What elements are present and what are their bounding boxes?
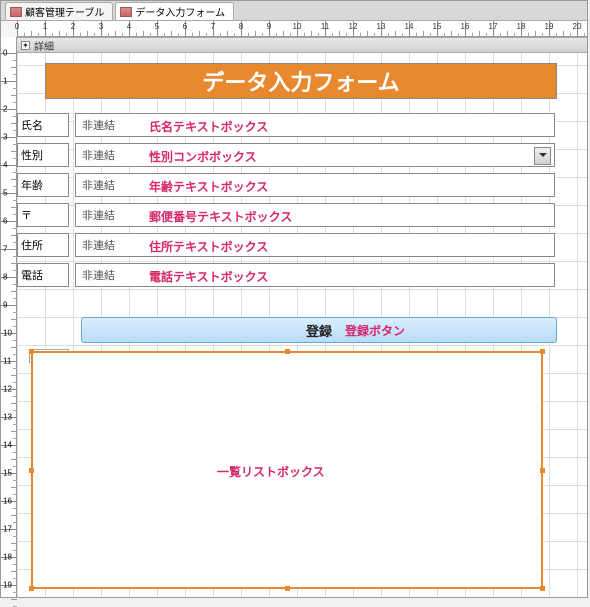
- annotation-label: 電話テキストボックス: [149, 268, 268, 285]
- title-text: データ入力フォーム: [202, 65, 399, 97]
- text-box[interactable]: 非連結: [75, 173, 555, 197]
- field-row: 電話非連結: [17, 263, 555, 287]
- selection-handle-icon[interactable]: [540, 586, 545, 591]
- vertical-ruler: 012345678910111213141516171819: [1, 37, 17, 597]
- chevron-down-icon: [539, 153, 547, 157]
- selection-handle-icon[interactable]: [285, 586, 290, 591]
- selection-handle-icon[interactable]: [540, 349, 545, 354]
- field-row: 性別非連結: [17, 143, 555, 167]
- detail-section-area: データ入力フォーム 氏名非連結氏名テキストボックス性別非連結性別コンボボックス年…: [17, 53, 587, 597]
- selection-handle-icon[interactable]: [29, 586, 34, 591]
- form-icon: [120, 7, 132, 17]
- text-box[interactable]: 非連結: [75, 233, 555, 257]
- annotation-label: 氏名テキストボックス: [149, 118, 268, 135]
- combo-box[interactable]: 非連結: [75, 143, 555, 167]
- selection-handle-icon[interactable]: [285, 349, 290, 354]
- annotation-listbox: 一覧リストボックス: [217, 463, 325, 480]
- field-label[interactable]: 氏名: [17, 113, 69, 137]
- detail-section-bar[interactable]: ✦ 詳細: [17, 37, 587, 53]
- text-box[interactable]: 非連結: [75, 203, 555, 227]
- design-workspace: 顧客管理テーブル データ入力フォーム 012345678910111213141…: [0, 0, 588, 598]
- field-row: 住所非連結: [17, 233, 555, 257]
- text-box[interactable]: 非連結: [75, 113, 555, 137]
- field-label[interactable]: 年齢: [17, 173, 69, 197]
- field-label[interactable]: 性別: [17, 143, 69, 167]
- selection-handle-icon[interactable]: [29, 468, 34, 473]
- annotation-label: 年齢テキストボックス: [149, 178, 268, 195]
- selection-handle-icon[interactable]: [540, 468, 545, 473]
- horizontal-ruler: 01234567891011121314151617181920: [17, 21, 587, 37]
- table-icon: [10, 7, 22, 17]
- form-design-canvas[interactable]: ✦ 詳細 データ入力フォーム 氏名非連結氏名テキストボックス性別非連結性別コンボ…: [17, 37, 587, 597]
- register-label: 登録: [306, 321, 332, 340]
- tab-form[interactable]: データ入力フォーム: [115, 2, 234, 20]
- annotation-label: 郵便番号テキストボックス: [149, 208, 292, 225]
- selection-handle-icon[interactable]: [29, 349, 34, 354]
- field-row: 年齢非連結: [17, 173, 555, 197]
- field-label[interactable]: 〒: [17, 203, 69, 227]
- annotation-label: 性別コンボボックス: [149, 148, 257, 165]
- tab-label: 顧客管理テーブル: [25, 4, 104, 19]
- field-row: 氏名非連結: [17, 113, 555, 137]
- expand-icon[interactable]: ✦: [21, 41, 30, 50]
- form-title-label[interactable]: データ入力フォーム: [45, 63, 557, 99]
- register-button[interactable]: 登録: [81, 317, 557, 343]
- field-label[interactable]: 電話: [17, 263, 69, 287]
- section-label: 詳細: [34, 38, 54, 53]
- tab-table[interactable]: 顧客管理テーブル: [5, 2, 113, 20]
- tab-label: データ入力フォーム: [135, 4, 225, 19]
- field-label[interactable]: 住所: [17, 233, 69, 257]
- text-box[interactable]: 非連結: [75, 263, 555, 287]
- document-tabs: 顧客管理テーブル データ入力フォーム: [1, 1, 587, 21]
- annotation-register: 登録ボタン: [345, 322, 405, 339]
- annotation-label: 住所テキストボックス: [149, 238, 268, 255]
